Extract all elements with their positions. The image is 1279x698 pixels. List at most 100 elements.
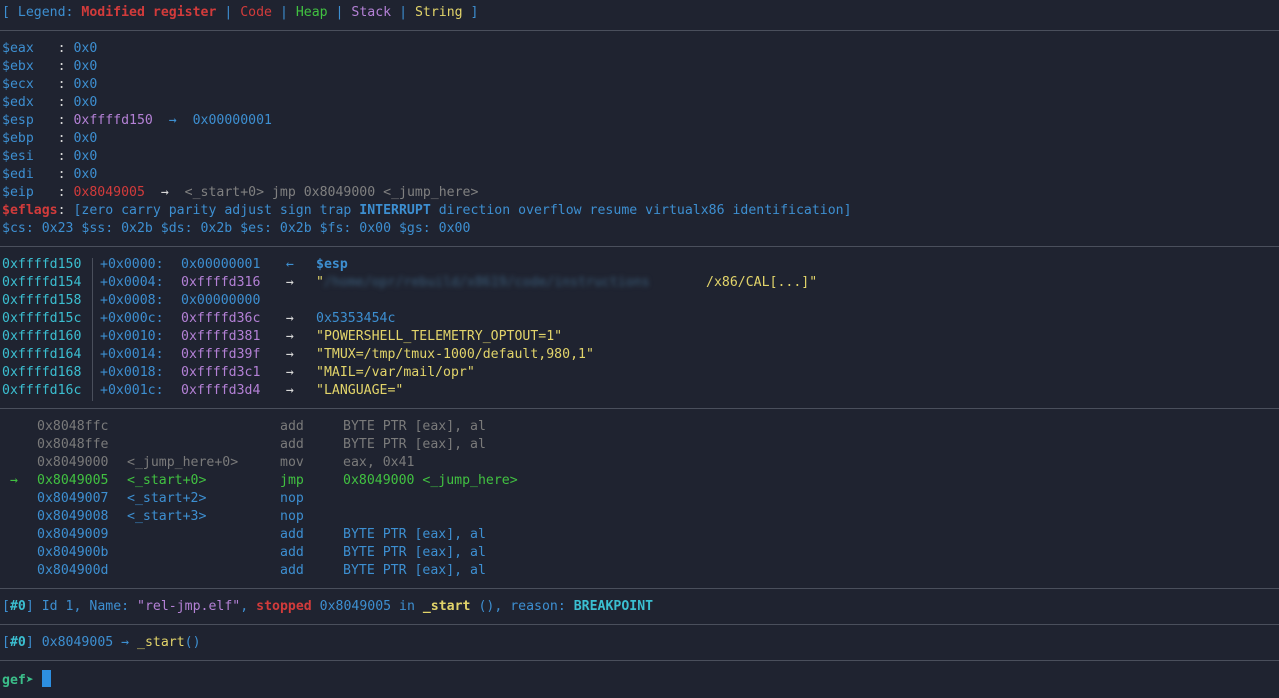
stack-column-divider	[92, 258, 93, 401]
stack-value: 0xffffd39f	[181, 347, 261, 362]
stack-offset: +0x0014:	[100, 347, 172, 362]
stack-address: 0xffffd164	[2, 347, 82, 362]
register-name: $ebp	[2, 131, 34, 146]
trace-bracket: ]	[25, 635, 34, 650]
eflags-name: $eflags	[2, 203, 58, 218]
code-address: 0x8049008	[37, 509, 109, 524]
stack-string: "TMUX=/tmp/tmux-1000/default,980,1"	[316, 347, 594, 362]
legend-heap: Heap	[295, 5, 328, 20]
stack-arrow: →	[270, 365, 310, 380]
stack-row: 0xffffd168 +0x0018: 0xffffd3c1 → "MAIL=/v…	[0, 364, 1279, 382]
register-row: $edi : 0x0	[0, 166, 1279, 184]
code-operands: BYTE PTR [eax], al	[343, 545, 486, 560]
code-operands: BYTE PTR [eax], al	[343, 563, 486, 578]
stack-offset: +0x0000:	[100, 257, 172, 272]
code-mnemonic: add	[280, 527, 304, 542]
text-cursor	[41, 670, 51, 687]
segment-registers: $cs: 0x23 $ss: 0x2b $ds: 0x2b $es: 0x2b …	[2, 221, 471, 236]
code-mnemonic: mov	[280, 455, 304, 470]
code-address: 0x8049007	[37, 491, 109, 506]
stack-arrow: →	[270, 311, 310, 326]
trace-function: _start	[137, 635, 185, 650]
register-value: 0x8049005	[73, 185, 145, 200]
trace-info: ()	[184, 635, 201, 650]
legend-line: [ Legend: Modified register | Code | Hea…	[0, 4, 1279, 22]
section-divider	[0, 408, 1279, 409]
stack-string: "LANGUAGE="	[316, 383, 404, 398]
stack-row: 0xffffd16c +0x001c: 0xffffd3d4 → "LANGUAG…	[0, 382, 1279, 400]
stack-address: 0xffffd158	[2, 293, 82, 308]
code-operands: 0x8049000 <_jump_here>	[343, 473, 518, 488]
stack-value: 0xffffd36c	[181, 311, 261, 326]
register-separator: :	[33, 167, 74, 182]
eflags-flags: direction overflow resume virtualx86 ide…	[430, 203, 852, 218]
register-name: $eax	[2, 41, 34, 56]
thread-info: ,	[240, 599, 257, 614]
register-value: 0x0	[73, 95, 98, 110]
code-address: 0x8049009	[37, 527, 109, 542]
legend-modified-register: Modified register	[81, 5, 217, 20]
stack-value: 0x00000001	[181, 257, 261, 272]
trace-id: #0	[9, 635, 26, 650]
code-address: 0x8048ffc	[37, 419, 109, 434]
register-name: $esi	[2, 149, 34, 164]
register-separator: :	[33, 77, 74, 92]
register-value: 0xffffd150	[73, 113, 153, 128]
register-row: $ecx : 0x0	[0, 76, 1279, 94]
stack-address: 0xffffd16c	[2, 383, 82, 398]
section-divider	[0, 30, 1279, 31]
stack-arrow: →	[270, 329, 310, 344]
code-row: 0x8048ffe add BYTE PTR [eax], al	[0, 436, 1279, 454]
legend-string: String	[414, 5, 463, 20]
legend-label: Legend:	[17, 5, 82, 20]
eflags-colon: :	[57, 203, 74, 218]
code-row: 0x8049008 <_start+3> nop	[0, 508, 1279, 526]
legend-separator: |	[391, 5, 415, 20]
legend-close: ]	[462, 5, 479, 20]
stack-string: "	[316, 275, 324, 290]
stack-offset: +0x0008:	[100, 293, 172, 308]
code-row-current: → 0x8049005 <_start+0> jmp 0x8049000 <_jump_…	[0, 472, 1279, 490]
section-divider	[0, 624, 1279, 625]
thread-bracket: ]	[25, 599, 34, 614]
register-separator: :	[33, 41, 74, 56]
eflags-flags: [zero carry parity adjust sign trap	[73, 203, 360, 218]
stack-row: 0xffffd150 +0x0000: 0x00000001 ← $esp	[0, 256, 1279, 274]
redacted-path: /home/opr/rebuild/x8619/code/instruction…	[324, 275, 650, 290]
register-deref-value: 0x00000001	[192, 113, 272, 128]
stack-arrow: →	[270, 383, 310, 398]
stack-offset: +0x0010:	[100, 329, 172, 344]
section-divider	[0, 588, 1279, 589]
register-row: $ebp : 0x0	[0, 130, 1279, 148]
command-prompt[interactable]: gef➤	[0, 670, 1279, 688]
register-name: $ebx	[2, 59, 34, 74]
register-row: $eax : 0x0	[0, 40, 1279, 58]
code-mnemonic: add	[280, 545, 304, 560]
stack-deref-value: 0x5353454c	[316, 311, 396, 326]
register-row-eip: $eip : 0x8049005 → <_start+0> jmp 0x8049…	[0, 184, 1279, 202]
context-view: [ Legend: Modified register | Code | Hea…	[0, 0, 1279, 688]
stack-row: 0xffffd158 +0x0008: 0x00000000	[0, 292, 1279, 310]
current-instruction-arrow-icon: →	[10, 473, 18, 488]
legend-stack: Stack	[351, 5, 392, 20]
trace-bracket: [	[2, 635, 10, 650]
deref-arrow: →	[152, 113, 193, 128]
register-name: $edi	[2, 167, 34, 182]
eflags-row: $eflags: [zero carry parity adjust sign …	[0, 202, 1279, 220]
code-address: 0x804900b	[37, 545, 109, 560]
register-row: $esi : 0x0	[0, 148, 1279, 166]
deref-arrow: →	[144, 185, 185, 200]
register-value: 0x0	[73, 149, 98, 164]
register-name: $eip	[2, 185, 34, 200]
code-mnemonic: jmp	[280, 473, 304, 488]
stack-offset: +0x0004:	[100, 275, 172, 290]
prompt-label: gef➤	[2, 673, 42, 688]
legend-code: Code	[240, 5, 272, 20]
legend-separator: |	[327, 5, 352, 20]
code-mnemonic: nop	[280, 491, 304, 506]
registers-panel: $eax : 0x0 $ebx : 0x0 $ecx : 0x0 $edx : …	[0, 40, 1279, 238]
code-operands: BYTE PTR [eax], al	[343, 437, 486, 452]
stack-offset: +0x0018:	[100, 365, 172, 380]
stack-address: 0xffffd160	[2, 329, 82, 344]
code-panel: 0x8048ffc add BYTE PTR [eax], al 0x8048ffe…	[0, 418, 1279, 580]
